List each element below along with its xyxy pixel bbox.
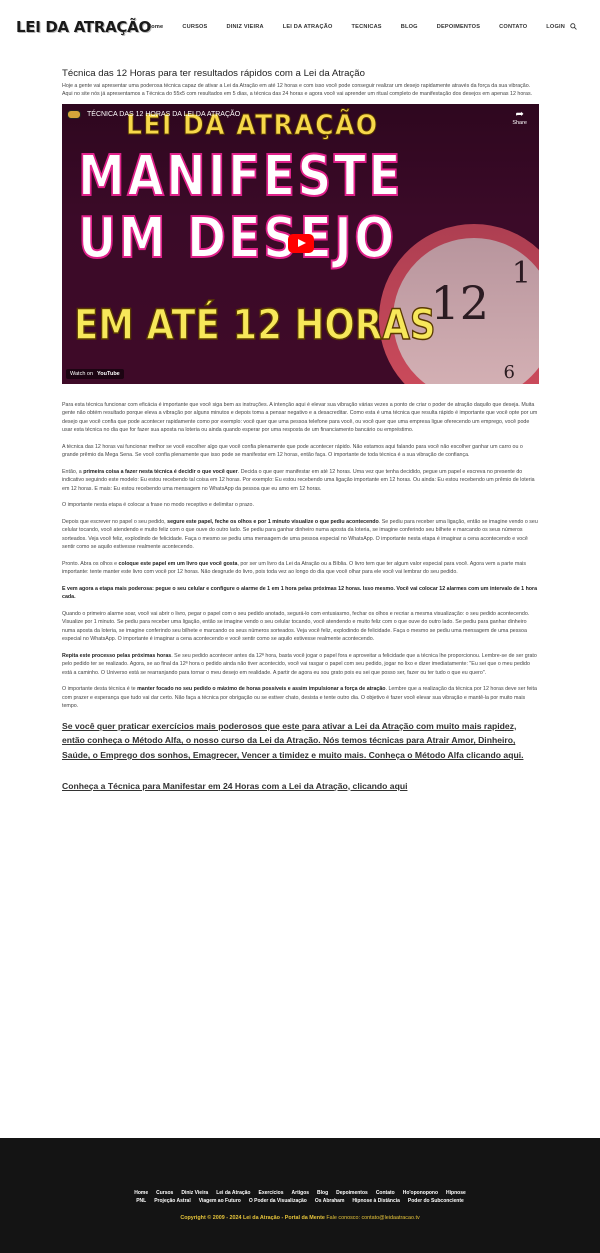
thumb-text-manifeste: MANIFESTE	[77, 143, 404, 210]
page-title: Técnica das 12 Horas para ter resultados…	[62, 68, 365, 79]
nav-depoimentos[interactable]: DEPOIMENTOS	[437, 24, 480, 30]
footer-link[interactable]: Poder do Subconciente	[408, 1198, 464, 1204]
article-paragraph: O importante nesta etapa é colocar a fra…	[62, 502, 254, 509]
footer-link[interactable]: Viagem ao Futuro	[199, 1198, 241, 1204]
article-paragraph: E vem agora a etapa mais poderosa: pegue…	[62, 585, 538, 601]
footer-link[interactable]: Contato	[376, 1190, 395, 1196]
copyright-line: Copyright © 2009 - 2024 Lei da Atração -…	[0, 1215, 600, 1221]
footer-links: Home Cursos Diniz Vieira Lei da Atração …	[0, 1190, 600, 1206]
footer-links-row-2: PNL Projeção Astral Viagem ao Futuro O P…	[0, 1198, 600, 1204]
tecnica-24-horas-link[interactable]: Conheça a Técnica para Manifestar em 24 …	[62, 780, 539, 792]
article-paragraph: A técnica das 12 horas vai funcionar mel…	[62, 443, 523, 459]
main-content: Técnica das 12 Horas para ter resultados…	[62, 68, 539, 792]
footer-link[interactable]: Projeção Astral	[154, 1198, 191, 1204]
article-paragraph: Então, a primeira coisa a fazer nesta té…	[62, 468, 535, 492]
site-footer: Home Cursos Diniz Vieira Lei da Atração …	[0, 1138, 600, 1253]
watch-on-youtube-button[interactable]: Watch on YouTube	[66, 368, 124, 379]
footer-link[interactable]: Home	[134, 1190, 148, 1196]
footer-link[interactable]: Artigos	[292, 1190, 310, 1196]
footer-link[interactable]: PNL	[136, 1198, 146, 1204]
youtube-video-embed[interactable]: 12 1 6 LEI DA ATRAÇÃO MANIFESTE UM DESEJ…	[62, 103, 539, 384]
nav-cursos[interactable]: CURSOS	[182, 24, 207, 30]
footer-link[interactable]: Diniz Vieira	[181, 1190, 208, 1196]
share-icon: ➦	[515, 108, 524, 120]
nav-tecnicas[interactable]: TECNICAS	[352, 24, 382, 30]
video-title[interactable]: TÉCNICA DAS 12 HORAS DA LEI DA ATRAÇÃO	[87, 111, 240, 118]
nav-contato[interactable]: CONTATO	[499, 24, 527, 30]
intro-paragraph: Hoje a gente vai apresentar uma poderosa…	[62, 83, 533, 98]
nav-login[interactable]: LOGIN	[546, 24, 565, 30]
footer-link[interactable]: Depoimentos	[336, 1190, 368, 1196]
main-nav: Home CURSOS DINIZ VIEIRA LEI DA ATRAÇÃO …	[128, 24, 565, 30]
channel-avatar-icon[interactable]	[67, 109, 81, 119]
copyright-text: Copyright © 2009 - 2024 Lei da Atração -…	[180, 1215, 325, 1221]
share-label: Share	[512, 119, 527, 126]
footer-link[interactable]: Hipnose à Distância	[352, 1198, 400, 1204]
footer-link[interactable]: Cursos	[156, 1190, 173, 1196]
article-paragraph: Quando o primeiro alarme soar, você vai …	[62, 610, 530, 643]
footer-link[interactable]: Blog	[317, 1190, 328, 1196]
article-paragraph: Pronto. Abra os olhos e coloque este pap…	[62, 560, 526, 576]
thumb-text-em-ate-12-horas: EM ATÉ 12 HORAS	[73, 299, 436, 350]
footer-link[interactable]: O Poder da Visualização	[249, 1198, 307, 1204]
article-paragraph: Repita este processo pelas próximas hora…	[62, 652, 537, 676]
metodo-alfa-link[interactable]: Se você quer praticar exercícios mais po…	[62, 719, 539, 763]
nav-diniz-vieira[interactable]: DINIZ VIEIRA	[227, 24, 264, 30]
article-body: Para esta técnica funcionar com eficácia…	[62, 401, 539, 711]
search-icon[interactable]	[570, 23, 577, 30]
video-title-bar: TÉCNICA DAS 12 HORAS DA LEI DA ATRAÇÃO	[67, 109, 240, 119]
footer-link[interactable]: Ho'oponopono	[403, 1190, 438, 1196]
youtube-logo: YouTube	[97, 370, 120, 377]
play-button-icon[interactable]	[288, 233, 314, 253]
contact-email[interactable]: Fale conosco: contato@leidaatracao.tv	[326, 1215, 419, 1221]
footer-link[interactable]: Hipnose	[446, 1190, 466, 1196]
nav-lei-da-atracao[interactable]: LEI DA ATRAÇÃO	[283, 24, 333, 30]
site-header: LEI DA ATRAÇÃO Home CURSOS DINIZ VIEIRA …	[0, 0, 600, 56]
footer-links-row-1: Home Cursos Diniz Vieira Lei da Atração …	[0, 1190, 600, 1196]
footer-link[interactable]: Exercícios	[259, 1190, 284, 1196]
watch-on-label: Watch on	[70, 370, 94, 377]
article-paragraph: Para esta técnica funcionar com eficácia…	[62, 401, 538, 434]
article-paragraph: Depois que escrever no papel o seu pedid…	[62, 518, 538, 551]
article-paragraph: O importante desta técnica é te manter f…	[62, 686, 537, 710]
nav-home[interactable]: Home	[147, 24, 163, 30]
footer-link[interactable]: Os Abraham	[315, 1198, 345, 1204]
nav-blog[interactable]: BLOG	[401, 24, 418, 30]
thumb-text-um-desejo: UM DESEJO	[77, 205, 397, 272]
share-button[interactable]: ➦ Share	[512, 108, 527, 126]
footer-link[interactable]: Lei da Atração	[216, 1190, 250, 1196]
